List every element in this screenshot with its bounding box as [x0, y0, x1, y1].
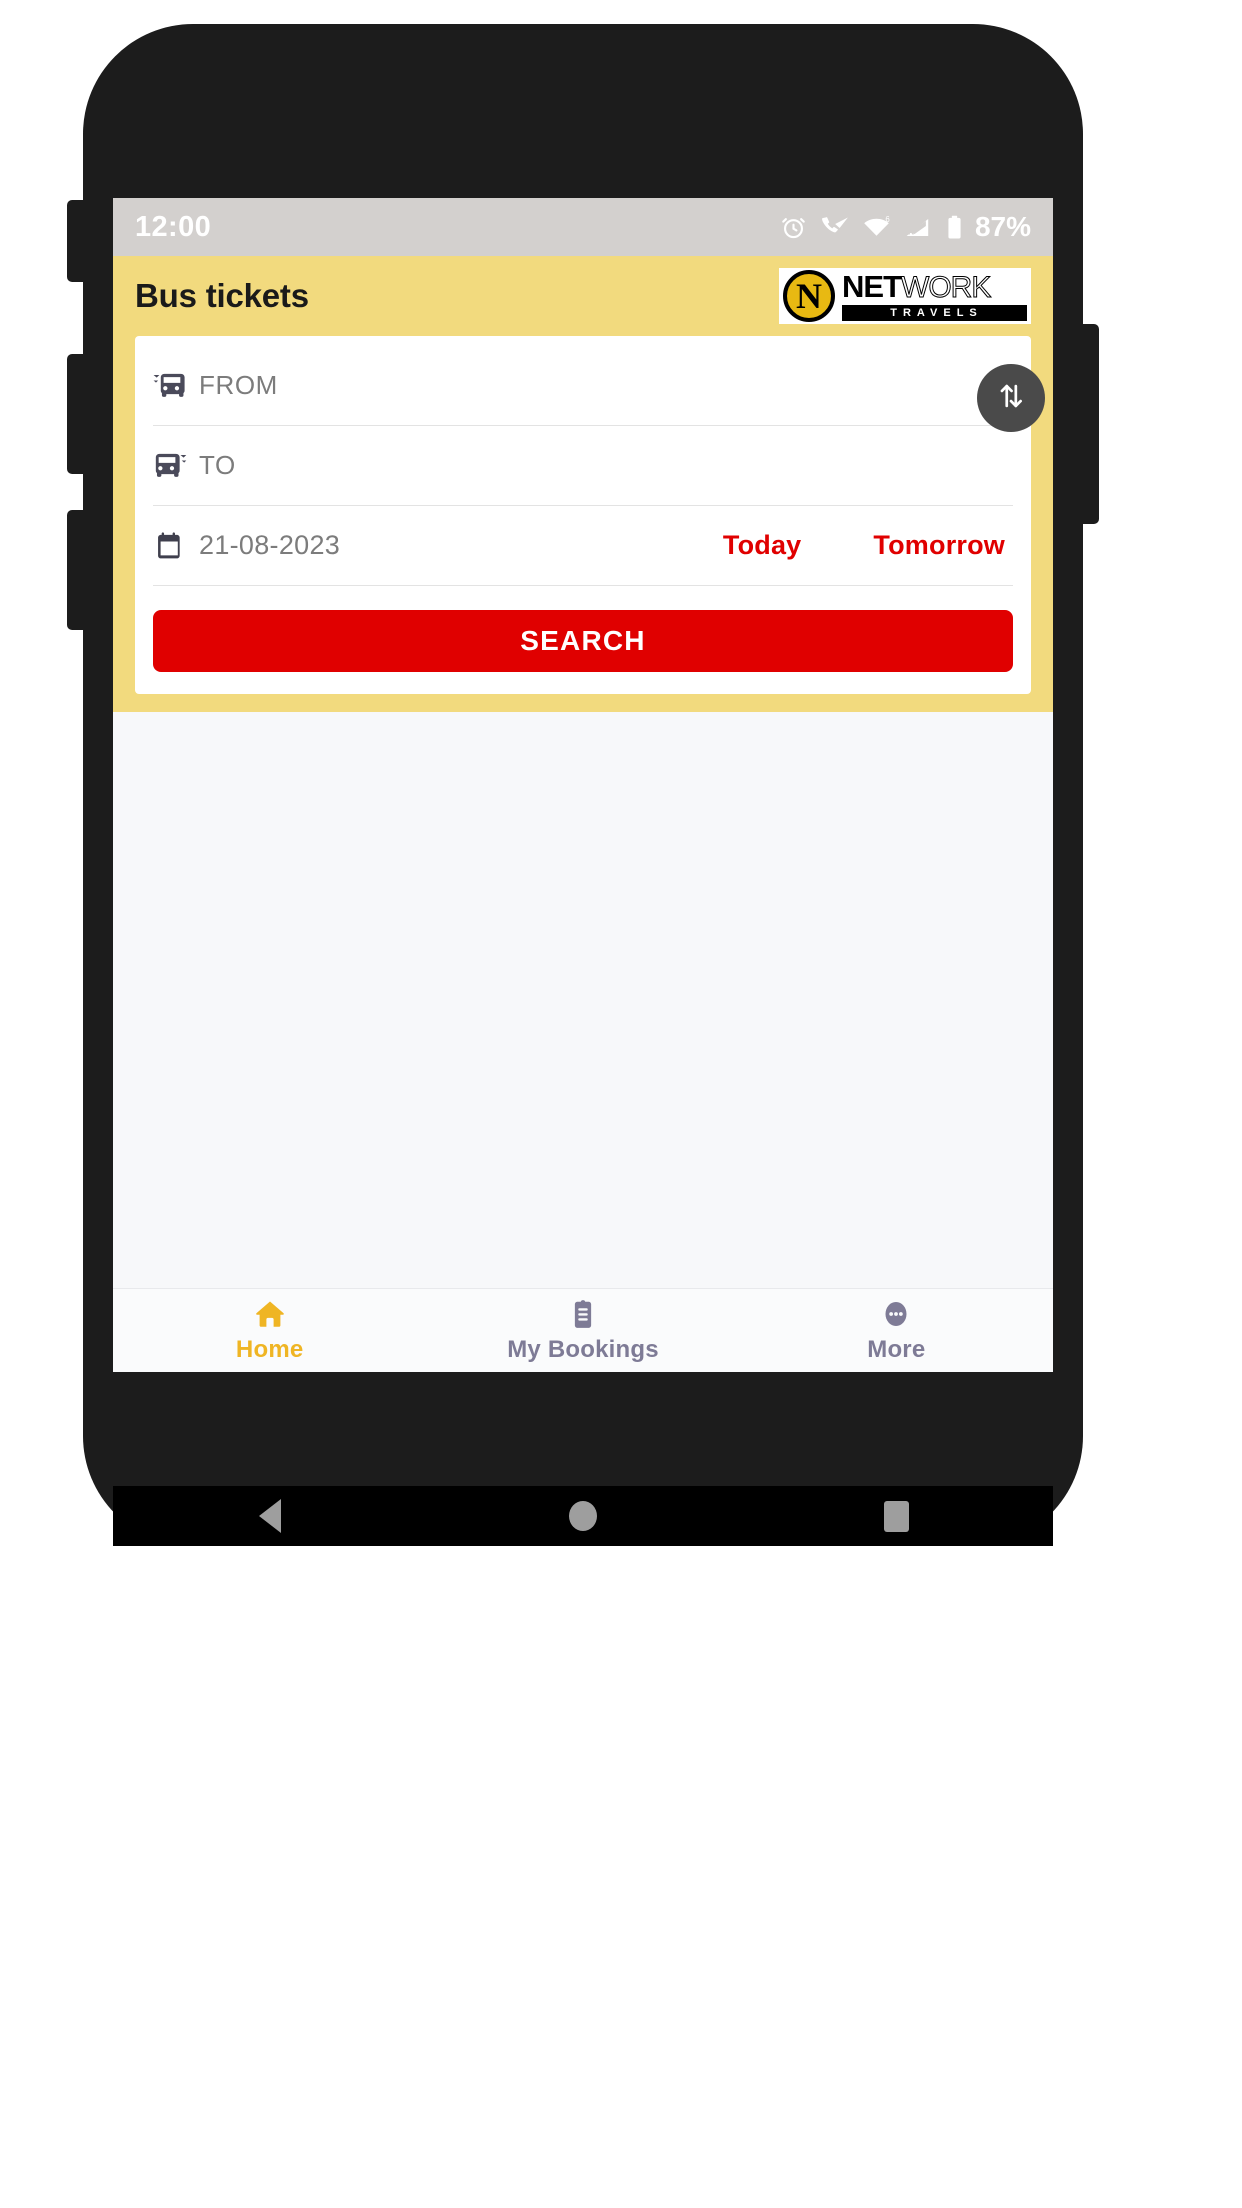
battery-icon: [945, 214, 964, 241]
phone-device-frame: 12:00 6 R 87% Bus tickets N NET WORK TRA…: [67, 24, 1099, 1546]
alarm-clock-icon: [780, 214, 807, 241]
svg-text:R: R: [908, 227, 914, 236]
to-field-label: TO: [199, 450, 236, 480]
phone-screen: 12:00 6 R 87% Bus tickets N NET WORK TRA…: [113, 198, 1053, 1372]
android-system-nav: [113, 1486, 1053, 1546]
call-signal-icon: [820, 214, 849, 241]
page-title: Bus tickets: [135, 277, 309, 314]
status-bar-icons: 6 R 87%: [780, 211, 1031, 243]
power-button[interactable]: [1081, 324, 1099, 524]
logo-tagline: TRAVELS: [842, 305, 1027, 321]
date-value: 21-08-2023: [199, 530, 341, 560]
nav-item-my-bookings[interactable]: My Bookings: [426, 1297, 739, 1364]
assistant-button[interactable]: [67, 510, 85, 630]
nav-label-more: More: [867, 1336, 926, 1363]
status-bar: 12:00 6 R 87%: [113, 198, 1053, 256]
nav-item-more[interactable]: More: [740, 1297, 1053, 1364]
volume-down-button[interactable]: [67, 354, 85, 474]
logo-n-mark: N: [783, 270, 835, 322]
nav-label-home: Home: [235, 1336, 304, 1363]
wifi-icon: 6: [862, 214, 891, 241]
from-field-row[interactable]: FROM: [153, 346, 1013, 426]
bus-arrival-icon: [153, 449, 199, 483]
svg-text:6: 6: [885, 215, 889, 224]
bus-departure-icon: [153, 369, 199, 403]
calendar-icon: [153, 530, 199, 562]
battery-percentage: 87%: [974, 211, 1031, 242]
volume-up-button[interactable]: [67, 200, 85, 282]
home-circle-icon: [568, 1501, 597, 1531]
today-button[interactable]: Today: [723, 530, 802, 561]
from-field-label: FROM: [199, 370, 278, 400]
back-triangle-icon: [258, 1499, 281, 1533]
system-home-button[interactable]: [426, 1501, 739, 1531]
home-icon: [254, 1297, 286, 1331]
system-recents-button[interactable]: [740, 1500, 1053, 1532]
more-dots-icon: [881, 1297, 911, 1331]
recents-square-icon: [883, 1500, 909, 1532]
cellular-roaming-icon: R: [904, 214, 932, 241]
logo-net-text: NET: [842, 269, 902, 304]
system-back-button[interactable]: [113, 1499, 426, 1533]
nav-label-my-bookings: My Bookings: [507, 1336, 659, 1363]
status-bar-clock: 12:00: [135, 210, 212, 243]
clipboard-icon: [568, 1297, 598, 1331]
search-card: FROM TO 21-08-2023 Today Tomorrow SEARCH: [135, 336, 1045, 694]
to-field-row[interactable]: TO: [153, 426, 1013, 506]
bottom-navigation-bar: Home My Bookings More: [113, 1288, 1053, 1372]
nav-item-home[interactable]: Home: [113, 1297, 426, 1364]
swap-locations-button[interactable]: [977, 364, 1045, 432]
brand-logo: N NET WORK TRAVELS: [779, 268, 1031, 324]
logo-wordmark: NET WORK TRAVELS: [842, 271, 1027, 321]
logo-work-text: WORK: [900, 271, 991, 304]
swap-vertical-icon: [994, 379, 1028, 418]
tomorrow-button[interactable]: Tomorrow: [873, 530, 1005, 561]
search-button[interactable]: SEARCH: [153, 610, 1013, 672]
header-region: Bus tickets N NET WORK TRAVELS FROM TO 2…: [113, 256, 1053, 712]
app-bar: Bus tickets N NET WORK TRAVELS: [113, 256, 1053, 336]
date-field-row[interactable]: 21-08-2023 Today Tomorrow: [153, 506, 1013, 586]
